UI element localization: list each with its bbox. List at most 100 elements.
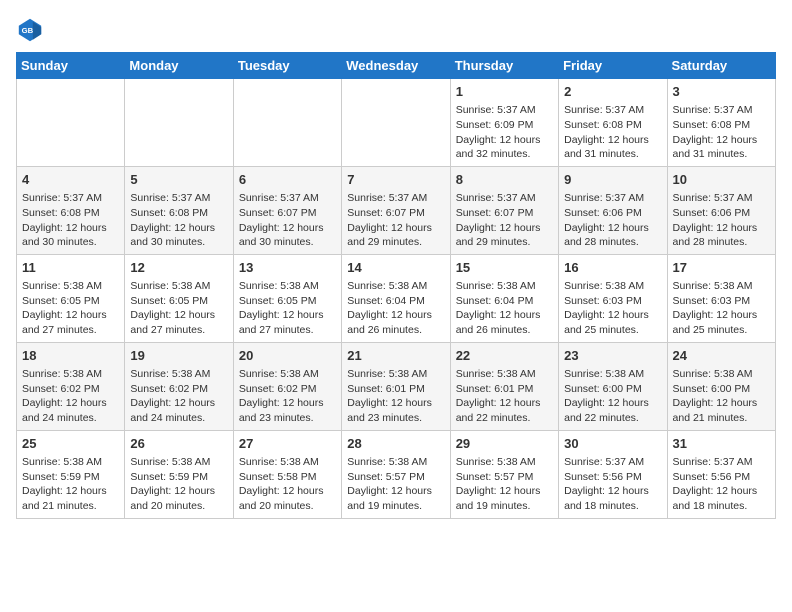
day-number: 5 [130,171,227,189]
day-info: Sunrise: 5:37 AM Sunset: 6:08 PM Dayligh… [22,191,119,250]
day-info: Sunrise: 5:37 AM Sunset: 6:07 PM Dayligh… [456,191,553,250]
calendar-cell: 16Sunrise: 5:38 AM Sunset: 6:03 PM Dayli… [559,254,667,342]
day-info: Sunrise: 5:37 AM Sunset: 5:56 PM Dayligh… [564,455,661,514]
day-number: 2 [564,83,661,101]
day-number: 20 [239,347,336,365]
day-info: Sunrise: 5:37 AM Sunset: 6:06 PM Dayligh… [673,191,770,250]
week-row-1: 1 Sunrise: 5:37 AM Sunset: 6:09 PM Daylig… [17,79,776,167]
day-number: 26 [130,435,227,453]
day-info: Sunrise: 5:38 AM Sunset: 6:03 PM Dayligh… [673,279,770,338]
calendar-cell: 11 Sunrise: 5:38 AM Sunset: 6:05 PM Dayli… [17,254,125,342]
day-number: 14 [347,259,444,277]
day-number: 27 [239,435,336,453]
day-number: 23 [564,347,661,365]
day-info: Sunrise: 5:38 AM Sunset: 5:59 PM Dayligh… [22,455,119,514]
day-info: Sunrise: 5:38 AM Sunset: 5:59 PM Dayligh… [130,455,227,514]
day-number: 25 [22,435,119,453]
calendar-cell: 4 Sunrise: 5:37 AM Sunset: 6:08 PM Daylig… [17,166,125,254]
calendar-cell: 9 Sunrise: 5:37 AM Sunset: 6:06 PM Daylig… [559,166,667,254]
day-number: 8 [456,171,553,189]
calendar-cell: 15 Sunrise: 5:38 AM Sunset: 6:04 PM Dayli… [450,254,558,342]
day-number: 3 [673,83,770,101]
calendar-cell: 6Sunrise: 5:37 AM Sunset: 6:07 PM Daylig… [233,166,341,254]
week-row-4: 18 Sunrise: 5:38 AM Sunset: 6:02 PM Dayli… [17,342,776,430]
day-number: 1 [456,83,553,101]
calendar-cell: 24 Sunrise: 5:38 AM Sunset: 6:00 PM Dayli… [667,342,775,430]
week-row-5: 25 Sunrise: 5:38 AM Sunset: 5:59 PM Dayli… [17,430,776,518]
calendar: SundayMondayTuesdayWednesdayThursdayFrid… [16,52,776,519]
day-info: Sunrise: 5:37 AM Sunset: 6:08 PM Dayligh… [130,191,227,250]
day-info: Sunrise: 5:37 AM Sunset: 6:08 PM Dayligh… [564,103,661,162]
weekday-header-sunday: Sunday [17,53,125,79]
day-number: 15 [456,259,553,277]
logo: GB [16,16,48,44]
calendar-cell: 23 Sunrise: 5:38 AM Sunset: 6:00 PM Dayli… [559,342,667,430]
day-info: Sunrise: 5:38 AM Sunset: 6:04 PM Dayligh… [347,279,444,338]
calendar-cell [342,79,450,167]
day-info: Sunrise: 5:38 AM Sunset: 5:58 PM Dayligh… [239,455,336,514]
day-info: Sunrise: 5:38 AM Sunset: 6:02 PM Dayligh… [130,367,227,426]
day-number: 6 [239,171,336,189]
weekday-header-wednesday: Wednesday [342,53,450,79]
week-row-2: 4 Sunrise: 5:37 AM Sunset: 6:08 PM Daylig… [17,166,776,254]
week-row-3: 11 Sunrise: 5:38 AM Sunset: 6:05 PM Dayli… [17,254,776,342]
logo-icon: GB [16,16,44,44]
day-number: 18 [22,347,119,365]
weekday-header-saturday: Saturday [667,53,775,79]
calendar-cell: 14 Sunrise: 5:38 AM Sunset: 6:04 PM Dayli… [342,254,450,342]
calendar-cell [17,79,125,167]
day-number: 24 [673,347,770,365]
calendar-cell: 28Sunrise: 5:38 AM Sunset: 5:57 PM Dayli… [342,430,450,518]
day-info: Sunrise: 5:38 AM Sunset: 6:01 PM Dayligh… [347,367,444,426]
weekday-header-row: SundayMondayTuesdayWednesdayThursdayFrid… [17,53,776,79]
day-info: Sunrise: 5:38 AM Sunset: 6:00 PM Dayligh… [673,367,770,426]
calendar-cell: 20 Sunrise: 5:38 AM Sunset: 6:02 PM Dayli… [233,342,341,430]
day-number: 30 [564,435,661,453]
calendar-cell [233,79,341,167]
day-info: Sunrise: 5:38 AM Sunset: 6:04 PM Dayligh… [456,279,553,338]
day-number: 19 [130,347,227,365]
day-info: Sunrise: 5:38 AM Sunset: 6:05 PM Dayligh… [239,279,336,338]
weekday-header-thursday: Thursday [450,53,558,79]
weekday-header-monday: Monday [125,53,233,79]
day-number: 28 [347,435,444,453]
day-info: Sunrise: 5:38 AM Sunset: 6:02 PM Dayligh… [239,367,336,426]
calendar-cell: 8 Sunrise: 5:37 AM Sunset: 6:07 PM Daylig… [450,166,558,254]
day-number: 13 [239,259,336,277]
day-number: 9 [564,171,661,189]
day-info: Sunrise: 5:37 AM Sunset: 6:06 PM Dayligh… [564,191,661,250]
day-info: Sunrise: 5:38 AM Sunset: 6:05 PM Dayligh… [22,279,119,338]
day-number: 22 [456,347,553,365]
calendar-cell: 22 Sunrise: 5:38 AM Sunset: 6:01 PM Dayli… [450,342,558,430]
day-number: 7 [347,171,444,189]
day-info: Sunrise: 5:37 AM Sunset: 6:07 PM Dayligh… [347,191,444,250]
day-number: 11 [22,259,119,277]
calendar-cell: 2 Sunrise: 5:37 AM Sunset: 6:08 PM Daylig… [559,79,667,167]
day-info: Sunrise: 5:37 AM Sunset: 6:08 PM Dayligh… [673,103,770,162]
day-number: 16 [564,259,661,277]
day-info: Sunrise: 5:38 AM Sunset: 6:01 PM Dayligh… [456,367,553,426]
calendar-cell: 26 Sunrise: 5:38 AM Sunset: 5:59 PM Dayli… [125,430,233,518]
calendar-cell: 19 Sunrise: 5:38 AM Sunset: 6:02 PM Dayli… [125,342,233,430]
calendar-cell: 18Sunrise: 5:38 AM Sunset: 6:02 PM Dayli… [17,342,125,430]
day-number: 29 [456,435,553,453]
day-number: 12 [130,259,227,277]
calendar-cell: 27 Sunrise: 5:38 AM Sunset: 5:58 PM Dayli… [233,430,341,518]
day-info: Sunrise: 5:38 AM Sunset: 6:05 PM Dayligh… [130,279,227,338]
calendar-cell: 17Sunrise: 5:38 AM Sunset: 6:03 PM Dayli… [667,254,775,342]
day-info: Sunrise: 5:37 AM Sunset: 6:09 PM Dayligh… [456,103,553,162]
calendar-cell: 1 Sunrise: 5:37 AM Sunset: 6:09 PM Daylig… [450,79,558,167]
day-info: Sunrise: 5:37 AM Sunset: 5:56 PM Dayligh… [673,455,770,514]
day-number: 10 [673,171,770,189]
calendar-cell [125,79,233,167]
svg-text:GB: GB [22,26,34,35]
day-info: Sunrise: 5:38 AM Sunset: 6:00 PM Dayligh… [564,367,661,426]
calendar-cell: 25 Sunrise: 5:38 AM Sunset: 5:59 PM Dayli… [17,430,125,518]
calendar-cell: 13 Sunrise: 5:38 AM Sunset: 6:05 PM Dayli… [233,254,341,342]
header: GB [16,16,776,44]
day-number: 4 [22,171,119,189]
calendar-cell: 3 Sunrise: 5:37 AM Sunset: 6:08 PM Daylig… [667,79,775,167]
weekday-header-tuesday: Tuesday [233,53,341,79]
calendar-cell: 12 Sunrise: 5:38 AM Sunset: 6:05 PM Dayli… [125,254,233,342]
weekday-header-friday: Friday [559,53,667,79]
